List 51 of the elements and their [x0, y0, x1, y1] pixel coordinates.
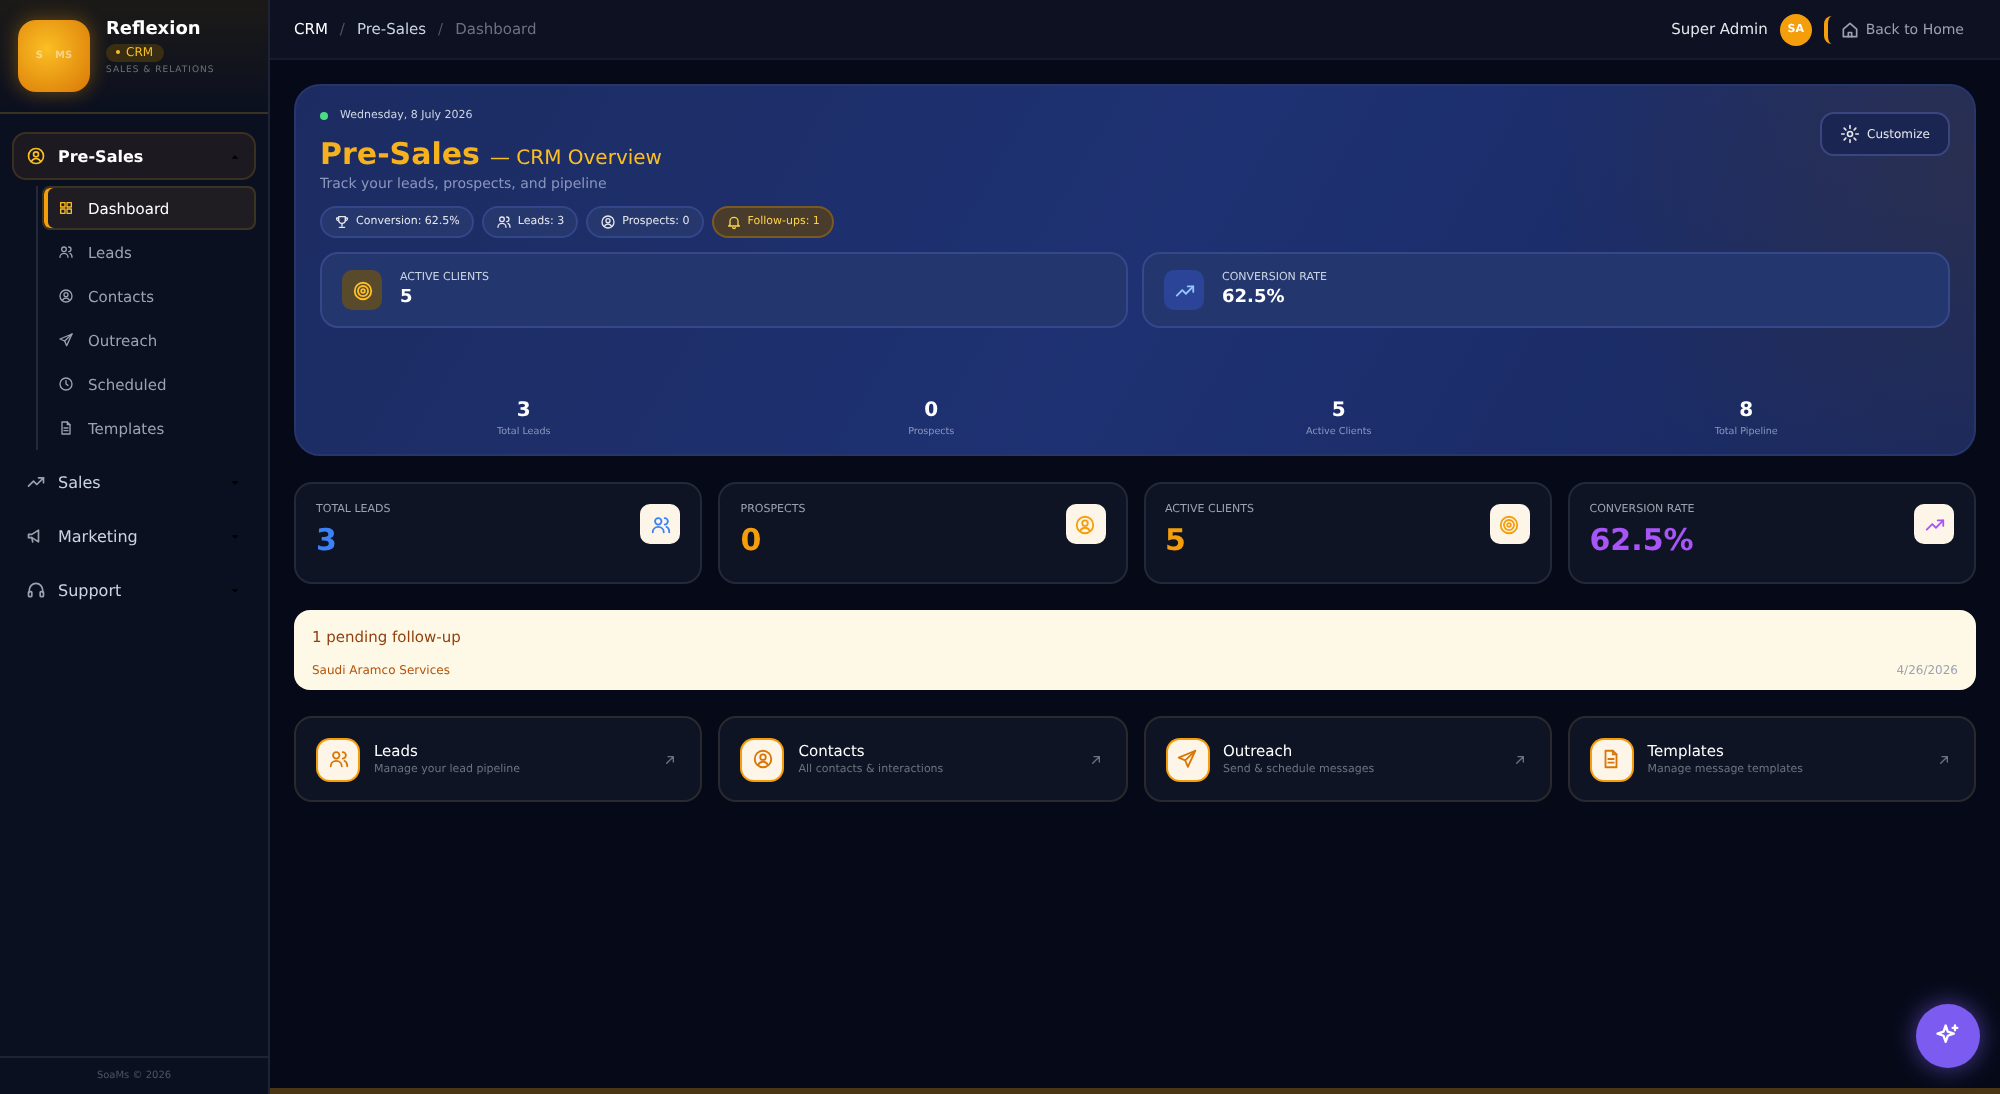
total-value: 3: [516, 400, 531, 422]
trend-up-icon: [1914, 504, 1954, 544]
user-icon: [742, 739, 783, 779]
chevron-down-icon: [228, 529, 242, 543]
trend-up-icon: [1164, 270, 1204, 310]
document-icon: [1591, 739, 1632, 779]
send-icon: [1167, 739, 1207, 779]
home-icon: [1839, 19, 1860, 39]
user-icon: [26, 146, 46, 166]
clock-icon: [58, 376, 74, 392]
headphones-icon: [26, 580, 46, 600]
stat-value: 3: [316, 522, 339, 558]
settings-icon: [1839, 124, 1859, 144]
people-icon: [318, 739, 358, 779]
target-icon: [342, 270, 382, 310]
chevron-down-icon: [228, 583, 242, 597]
user-icon: [600, 214, 617, 230]
grid-icon: [58, 200, 74, 216]
brand-name: Reflexion: [106, 20, 201, 40]
arrow-icon: [1087, 751, 1103, 767]
page-title: Pre-Sales: [320, 136, 480, 172]
total-value: 5: [1331, 400, 1346, 422]
highlight-value: 5: [400, 288, 415, 308]
arrow-icon: [1511, 751, 1528, 767]
sidebar-section[interactable]: Support: [12, 566, 256, 614]
highlight-value: 62.5%: [1222, 288, 1287, 308]
page-subtitle: — CRM Overview: [489, 148, 662, 170]
status-dot: [320, 112, 328, 120]
arrow-icon: [1936, 751, 1952, 767]
target-icon: [1489, 504, 1530, 544]
sparkle-button[interactable]: [1916, 1004, 1980, 1068]
total-value: 8: [1739, 400, 1754, 422]
send-icon: [58, 332, 74, 348]
stat-value: 62.5%: [1589, 522, 1695, 558]
stat-value: 0: [740, 522, 764, 558]
trend-up-icon: [26, 472, 46, 492]
trophy-icon: [334, 214, 350, 230]
stat-value: 5: [1165, 522, 1188, 558]
total-value: 0: [924, 400, 939, 422]
bell-icon: [725, 214, 742, 230]
sidebar-section[interactable]: Sales: [12, 458, 256, 506]
people-icon: [58, 244, 74, 260]
document-icon: [58, 420, 74, 436]
chevron-down-icon: [228, 475, 242, 489]
user-icon: [1065, 504, 1105, 544]
people-icon: [495, 214, 512, 230]
user-icon: [58, 288, 74, 304]
sidebar-section[interactable]: Pre-Sales: [12, 132, 256, 180]
sidebar-section[interactable]: Marketing: [12, 512, 256, 560]
people-icon: [640, 504, 681, 544]
arrow-icon: [662, 751, 679, 767]
